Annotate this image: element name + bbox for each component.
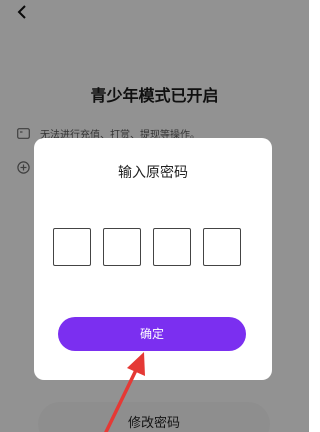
screen: 青少年模式已开启 无法进行充值、打赏、提现等操作。 修改密码 输入原密码 确定 xyxy=(0,0,309,432)
dialog-title: 输入原密码 xyxy=(118,165,188,181)
password-dialog: 输入原密码 确定 xyxy=(34,138,272,380)
confirm-button[interactable]: 确定 xyxy=(58,317,246,351)
password-code-input[interactable] xyxy=(53,228,241,266)
code-box-1[interactable] xyxy=(53,228,91,266)
code-box-3[interactable] xyxy=(153,228,191,266)
code-box-2[interactable] xyxy=(103,228,141,266)
code-box-4[interactable] xyxy=(203,228,241,266)
